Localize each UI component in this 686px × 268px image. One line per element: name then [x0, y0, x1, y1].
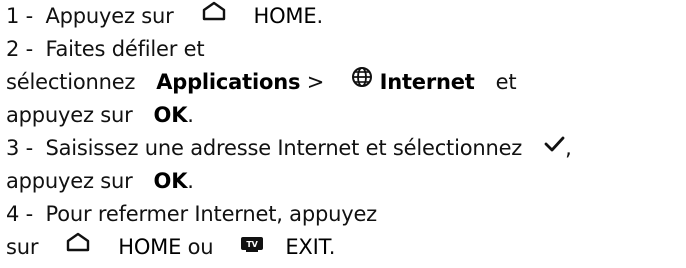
key-label-exit: EXIT — [285, 235, 329, 259]
step-number: 1 - — [6, 4, 34, 28]
step-number: 2 - — [6, 37, 34, 61]
step-text: Pour refermer Internet, appuyez — [45, 202, 378, 226]
svg-text:TV: TV — [247, 240, 259, 249]
punctuation: . — [187, 169, 194, 193]
checkmark-icon — [543, 131, 565, 164]
key-label-home: HOME — [118, 235, 182, 259]
step-text: et — [495, 70, 517, 94]
step-text: Saisissez une adresse Internet et sélect… — [45, 136, 523, 160]
tv-icon: TV — [240, 230, 264, 263]
menu-label-applications: Applications — [156, 70, 301, 94]
step-text: appuyez sur — [6, 103, 133, 127]
step-4-line-1: 4 - Pour refermer Internet, appuyez — [6, 198, 682, 231]
step-text: sur — [6, 235, 39, 259]
step-4-line-2: sur HOME ou TV EXIT. — [6, 231, 682, 264]
step-3-line-1: 3 - Saisissez une adresse Internet et sé… — [6, 132, 682, 165]
step-text: ou — [187, 235, 214, 259]
step-text: appuyez sur — [6, 169, 133, 193]
step-2-line-3: appuyez sur OK. — [6, 99, 682, 132]
punctuation: , — [565, 136, 572, 160]
key-label-home: HOME — [253, 4, 317, 28]
home-icon — [65, 230, 91, 263]
step-number: 4 - — [6, 202, 34, 226]
step-1-line: 1 - Appuyez sur HOME. — [6, 0, 682, 33]
step-text: Faites défiler et — [45, 37, 205, 61]
app-label-internet: Internet — [379, 70, 475, 94]
step-text: Appuyez sur — [45, 4, 174, 28]
punctuation: . — [187, 103, 194, 127]
menu-separator: > — [306, 70, 325, 94]
step-number: 3 - — [6, 136, 34, 160]
key-label-ok: OK — [153, 103, 188, 127]
step-text: sélectionnez — [6, 70, 136, 94]
instructions: 1 - Appuyez sur HOME. 2 - Faites défiler… — [6, 0, 682, 264]
punctuation: . — [316, 4, 323, 28]
step-3-line-2: appuyez sur OK. — [6, 165, 682, 198]
home-icon — [201, 0, 227, 32]
punctuation: . — [328, 235, 336, 259]
key-label-ok: OK — [153, 169, 188, 193]
globe-icon — [351, 65, 373, 98]
step-2-line-1: 2 - Faites défiler et — [6, 33, 682, 66]
step-2-line-2: sélectionnez Applications > Internet et — [6, 66, 682, 99]
